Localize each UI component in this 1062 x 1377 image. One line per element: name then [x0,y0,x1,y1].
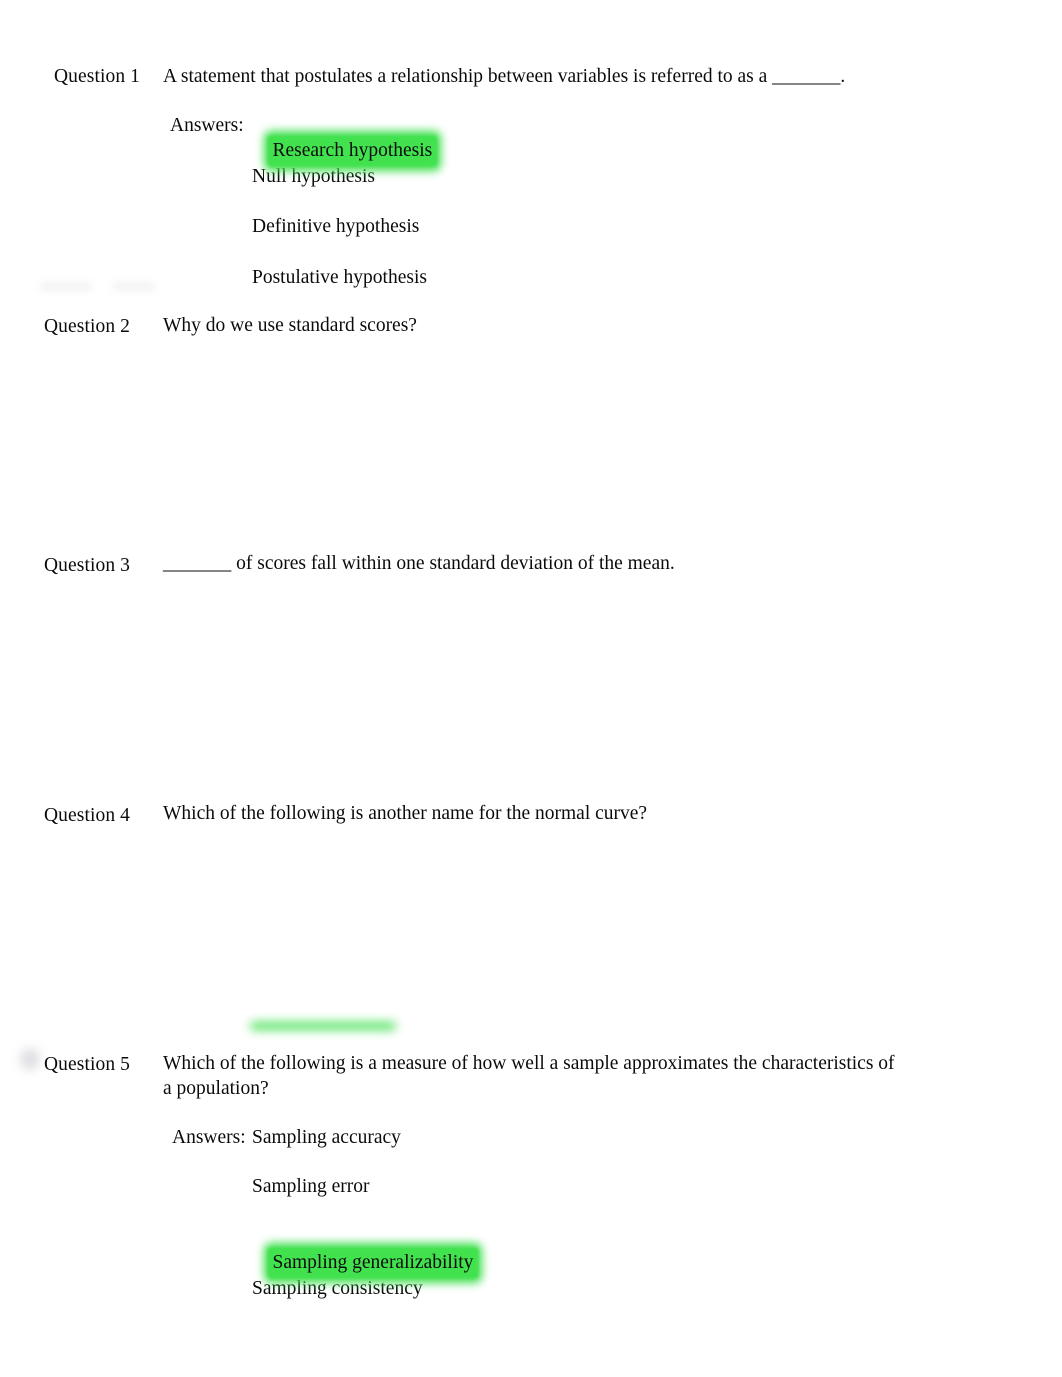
question-2-answer-area [163,345,923,540]
document-page: Question 1 A statement that postulates a… [0,0,1062,1377]
question-4-text: Which of the following is another name f… [163,803,648,824]
scan-artifact-smudge [113,283,155,290]
question-1-text: A statement that postulates a relationsh… [163,66,846,87]
question-5-option-1[interactable]: Sampling error [252,1174,370,1199]
option-label: Research hypothesis [272,140,433,161]
question-2-label: Question 2 [44,316,131,337]
question-4-answer-area [163,835,923,1025]
option-label: Sampling generalizability [272,1252,474,1273]
question-1-option-3[interactable]: Postulative hypothesis [252,265,427,290]
scan-artifact-smudge [40,283,92,290]
scan-artifact-smudge [20,1048,40,1070]
question-5-text: Which of the following is a measure of h… [163,1053,895,1099]
question-3-answer-area [163,585,923,780]
question-5-option-0[interactable]: Sampling accuracy [252,1125,401,1150]
highlight-marker: Sampling generalizability [270,1250,477,1275]
question-1-answers-label: Answers: [170,115,244,136]
question-3-text: _______ of scores fall within one standa… [163,553,675,574]
question-1-option-2[interactable]: Definitive hypothesis [252,214,419,239]
question-5-label: Question 5 [44,1054,131,1075]
question-4-label: Question 4 [44,805,131,826]
question-1-label: Question 1 [54,66,141,87]
question-5-answers-label: Answers: [172,1127,246,1148]
stray-highlight-strip [250,1022,396,1030]
highlight-marker: Research hypothesis [270,138,436,163]
question-2-text: Why do we use standard scores? [163,315,417,336]
question-3-label: Question 3 [44,555,131,576]
